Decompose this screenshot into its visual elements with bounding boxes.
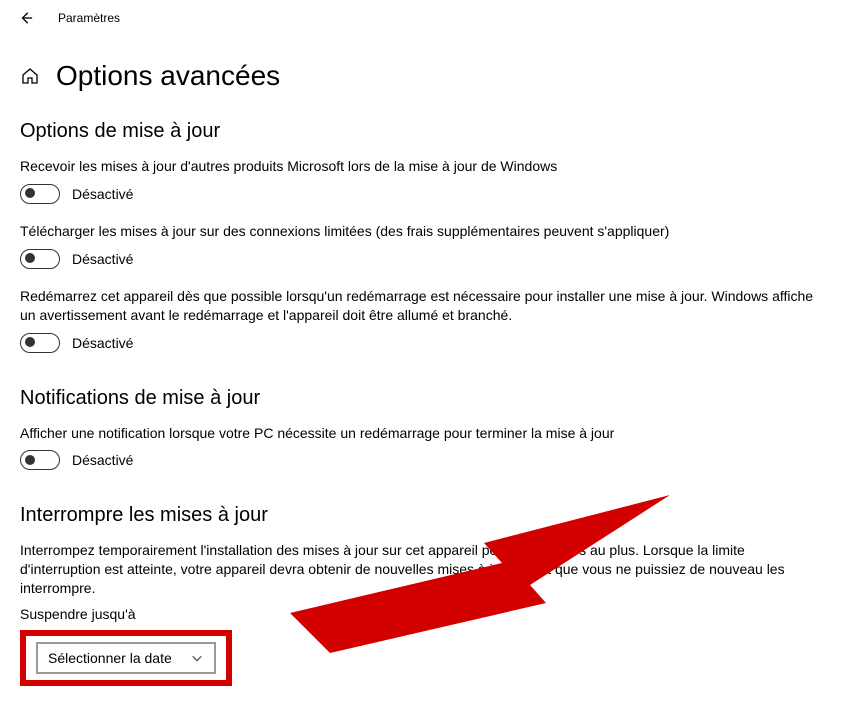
toggle-knob (25, 337, 35, 347)
page-header: Options avancées (0, 36, 848, 104)
toggle-restart-asap[interactable] (20, 333, 60, 353)
toggle-row: Désactivé (20, 333, 828, 353)
setting-desc: Redémarrez cet appareil dès que possible… (20, 287, 828, 325)
pause-until-label: Suspendre jusqu'à (20, 606, 828, 622)
toggle-knob (25, 455, 35, 465)
toggle-label: Désactivé (72, 452, 133, 468)
toggle-label: Désactivé (72, 186, 133, 202)
setting-desc: Recevoir les mises à jour d'autres produ… (20, 157, 828, 176)
toggle-label: Désactivé (72, 251, 133, 267)
section-update-notifications: Notifications de mise à jour Afficher un… (0, 371, 848, 471)
section-pause-updates: Interrompre les mises à jour Interrompez… (0, 488, 848, 686)
highlight-annotation: Sélectionner la date (20, 630, 232, 686)
back-button[interactable] (18, 10, 34, 26)
section-heading-pause-updates: Interrompre les mises à jour (20, 504, 828, 527)
toggle-row: Désactivé (20, 450, 828, 470)
date-select-dropdown[interactable]: Sélectionner la date (36, 642, 216, 674)
arrow-left-icon (19, 11, 33, 25)
section-heading-update-options: Options de mise à jour (20, 120, 828, 143)
home-icon[interactable] (20, 66, 40, 86)
toggle-knob (25, 188, 35, 198)
setting-desc: Télécharger les mises à jour sur des con… (20, 222, 828, 241)
section-update-options: Options de mise à jour Recevoir les mise… (0, 104, 848, 353)
setting-desc: Interrompez temporairement l'installatio… (20, 541, 828, 598)
titlebar: Paramètres (0, 0, 848, 36)
chevron-down-icon (190, 651, 204, 665)
toggle-other-products[interactable] (20, 184, 60, 204)
toggle-label: Désactivé (72, 335, 133, 351)
toggle-restart-notification[interactable] (20, 450, 60, 470)
toggle-row: Désactivé (20, 184, 828, 204)
home-icon-svg (20, 66, 40, 86)
toggle-knob (25, 253, 35, 263)
setting-desc: Afficher une notification lorsque votre … (20, 424, 828, 443)
toggle-metered-connections[interactable] (20, 249, 60, 269)
page-title: Options avancées (56, 60, 280, 92)
date-select-label: Sélectionner la date (48, 650, 172, 666)
toggle-row: Désactivé (20, 249, 828, 269)
section-heading-update-notifications: Notifications de mise à jour (20, 387, 828, 410)
titlebar-label: Paramètres (58, 11, 120, 25)
